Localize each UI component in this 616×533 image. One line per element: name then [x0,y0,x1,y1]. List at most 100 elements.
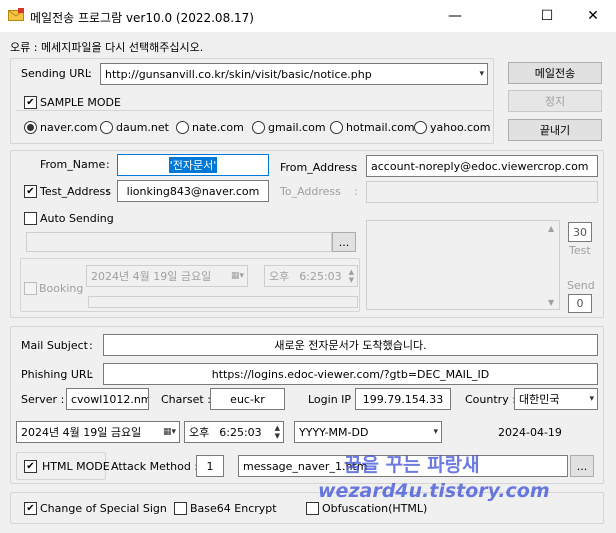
sending-url-dropdown[interactable]: http://gunsanvill.co.kr/skin/visit/basic… [100,63,488,85]
radio-daum-label: daum.net [116,121,169,134]
to-address-list[interactable] [366,220,560,310]
country-dropdown[interactable]: 대한민국 ▾ [514,388,598,410]
check-icon: ✔ [26,185,35,197]
test-address-colon: : [106,185,110,198]
mail-subject-input[interactable]: 새로운 전자문서가 도착했습니다. [103,334,598,356]
charset-label: Charset : [161,393,211,406]
message-file-browse-button[interactable]: ... [570,455,594,477]
sending-url-label: Sending URL [21,67,92,80]
sending-url-value: http://gunsanvill.co.kr/skin/visit/basic… [105,67,372,81]
from-name-value: '전자문서' [168,157,218,173]
html-mode-checkbox[interactable]: ✔ [24,460,37,473]
phishing-url-colon: : [89,368,93,381]
test-address-checkbox[interactable]: ✔ [24,185,37,198]
date-preview: 2024-04-19 [498,426,562,439]
booking-date-picker[interactable]: 2024년 4월 19일 금요일 ▦▾ [86,265,248,287]
test-count-label: Test [569,244,591,257]
close-icon: ✕ [587,8,599,24]
to-address-input[interactable] [366,181,598,203]
send-count-label: Send [567,279,595,292]
server-label: Server : [21,393,65,406]
radio-nate[interactable] [176,121,189,134]
phishing-url-input[interactable]: https://logins.edoc-viewer.com/?gtb=DEC_… [103,363,598,385]
test-address-input[interactable]: lionking843@naver.com [117,180,269,202]
booking-checkbox[interactable] [24,282,37,295]
radio-naver[interactable] [24,121,37,134]
minimize-icon: — [448,8,462,24]
watermark-url: wezard4u.tistory.com [318,480,550,502]
mail-subject-value: 새로운 전자문서가 도착했습니다. [274,339,427,352]
from-name-label: From_Name [40,158,106,171]
booking-time-picker[interactable]: 오후 6:25:03 ▲ ▼ [264,265,358,287]
radio-naver-label: naver.com [40,121,98,134]
exit-button[interactable]: 끝내기 [508,119,602,141]
check-icon: ✔ [26,96,35,108]
obfuscation-label: Obfuscation(HTML) [322,502,428,515]
stop-button[interactable]: 정지 [508,90,602,112]
login-ip-input[interactable]: 199.79.154.33 [355,388,451,410]
radio-gmail[interactable] [252,121,265,134]
radio-nate-label: nate.com [192,121,244,134]
auto-sending-path[interactable] [26,232,332,252]
time-picker[interactable]: 오후 6:25:03 ▲ ▼ [184,421,284,443]
maximize-icon: ☐ [540,8,554,24]
server-input[interactable]: cvowl1012.nm [66,388,149,410]
minimize-button[interactable]: — [432,0,478,32]
calendar-icon: ▦▾ [162,427,176,437]
test-count-field[interactable]: 30 [568,222,592,242]
obfuscation-checkbox[interactable] [306,502,319,515]
time-ampm: 오후 [189,426,210,439]
booking-date-value: 2024년 4월 19일 금요일 [91,270,212,283]
window-title: 메일전송 프로그람 ver10.0 (2022.08.17) [30,11,254,25]
from-address-input[interactable]: account-noreply@edoc.viewercrop.com [366,155,598,177]
country-label: Country : [465,393,516,406]
spinner-icon[interactable]: ▲ ▼ [275,424,280,440]
sample-divider [16,110,492,111]
login-ip-value: 199.79.154.33 [362,392,444,406]
close-button[interactable]: ✕ [570,0,616,32]
radio-yahoo-label: yahoo.com [430,121,491,134]
from-name-input[interactable]: '전자문서' [117,154,269,176]
date-format-dropdown[interactable]: YYYY-MM-DD ▾ [294,421,442,443]
error-message: 오류 : 메세지파일을 다시 선택해주십시오. [10,41,204,54]
spinner-icon[interactable]: ▲ ▼ [349,268,354,284]
date-picker[interactable]: 2024년 4월 19일 금요일 ▦▾ [16,421,180,443]
booking-ampm: 오후 [269,270,290,283]
charset-input[interactable]: euc-kr [210,388,285,410]
radio-gmail-label: gmail.com [268,121,326,134]
auto-sending-browse-button[interactable]: ... [332,232,356,252]
radio-hotmail[interactable] [330,121,343,134]
country-value: 대한민국 [519,393,560,406]
special-sign-checkbox[interactable]: ✔ [24,502,37,515]
chevron-down-icon: ▾ [433,427,438,437]
from-name-colon: : [106,158,110,171]
to-address-label: To_Address [280,185,341,198]
check-icon: ✔ [26,502,35,514]
sending-url-colon: : [88,67,92,80]
base64-checkbox[interactable] [174,502,187,515]
server-value: cvowl1012.nm [71,392,149,406]
maximize-button[interactable]: ☐ [524,0,570,32]
auto-sending-label: Auto Sending [40,212,114,225]
phishing-url-label: Phishing URL [21,368,93,381]
auto-sending-checkbox[interactable] [24,212,37,225]
send-mail-button[interactable]: 메일전송 [508,62,602,84]
time-value: 6:25:03 [219,425,262,439]
radio-yahoo[interactable] [414,121,427,134]
from-address-value: account-noreply@edoc.viewercrop.com [371,159,589,173]
base64-label: Base64 Encrypt [190,502,277,515]
radio-daum[interactable] [100,121,113,134]
attack-method-value: 1 [206,459,214,473]
date-value: 2024년 4월 19일 금요일 [21,426,142,439]
check-icon: ✔ [26,460,35,472]
attack-method-input[interactable]: 1 [196,455,224,477]
title-bar: 메일전송 프로그람 ver10.0 (2022.08.17) — ☐ ✕ [0,0,616,32]
radio-hotmail-label: hotmail.com [346,121,415,134]
sample-mode-checkbox[interactable]: ✔ [24,96,37,109]
sample-mode-label: SAMPLE MODE [40,96,121,109]
send-count-field[interactable]: 0 [568,294,592,313]
mail-subject-colon: : [89,339,93,352]
scroll-down-icon[interactable]: ▼ [548,298,554,307]
mail-subject-label: Mail Subject [21,339,88,352]
scroll-up-icon[interactable]: ▲ [548,224,554,233]
